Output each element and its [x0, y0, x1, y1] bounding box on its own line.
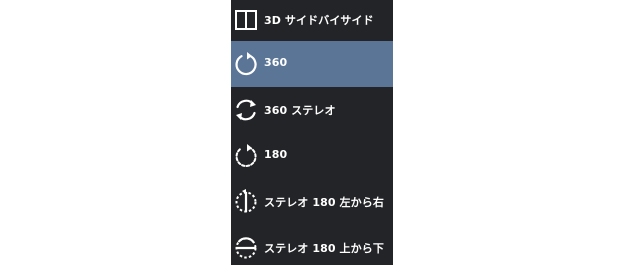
stereo-360-icon	[233, 97, 259, 123]
menu-item-360[interactable]: 360	[231, 41, 393, 87]
projection-menu: 3D サイドバイサイド 360 360 ステレオ 180 ステレオ 180 左か…	[231, 0, 393, 265]
rotate-180-icon	[233, 143, 259, 169]
side-by-side-icon	[233, 7, 259, 33]
menu-item-label: 180	[264, 148, 288, 161]
menu-item-stereo-180-top-bottom[interactable]: ステレオ 180 上から下	[231, 225, 393, 265]
menu-item-label: 3D サイドバイサイド	[264, 14, 374, 27]
menu-item-label: ステレオ 180 上から下	[264, 242, 384, 255]
menu-item-label: 360 ステレオ	[264, 104, 336, 117]
stereo-180-top-bottom-icon	[233, 235, 259, 261]
menu-item-180[interactable]: 180	[231, 133, 393, 179]
menu-item-3d-side-by-side[interactable]: 3D サイドバイサイド	[231, 0, 393, 41]
menu-item-360-stereo[interactable]: 360 ステレオ	[231, 87, 393, 133]
stereo-180-left-right-icon	[233, 189, 259, 215]
rotate-360-icon	[233, 51, 259, 77]
menu-item-label: 360	[264, 56, 288, 69]
menu-item-label: ステレオ 180 左から右	[264, 196, 384, 209]
menu-item-stereo-180-left-right[interactable]: ステレオ 180 左から右	[231, 179, 393, 225]
